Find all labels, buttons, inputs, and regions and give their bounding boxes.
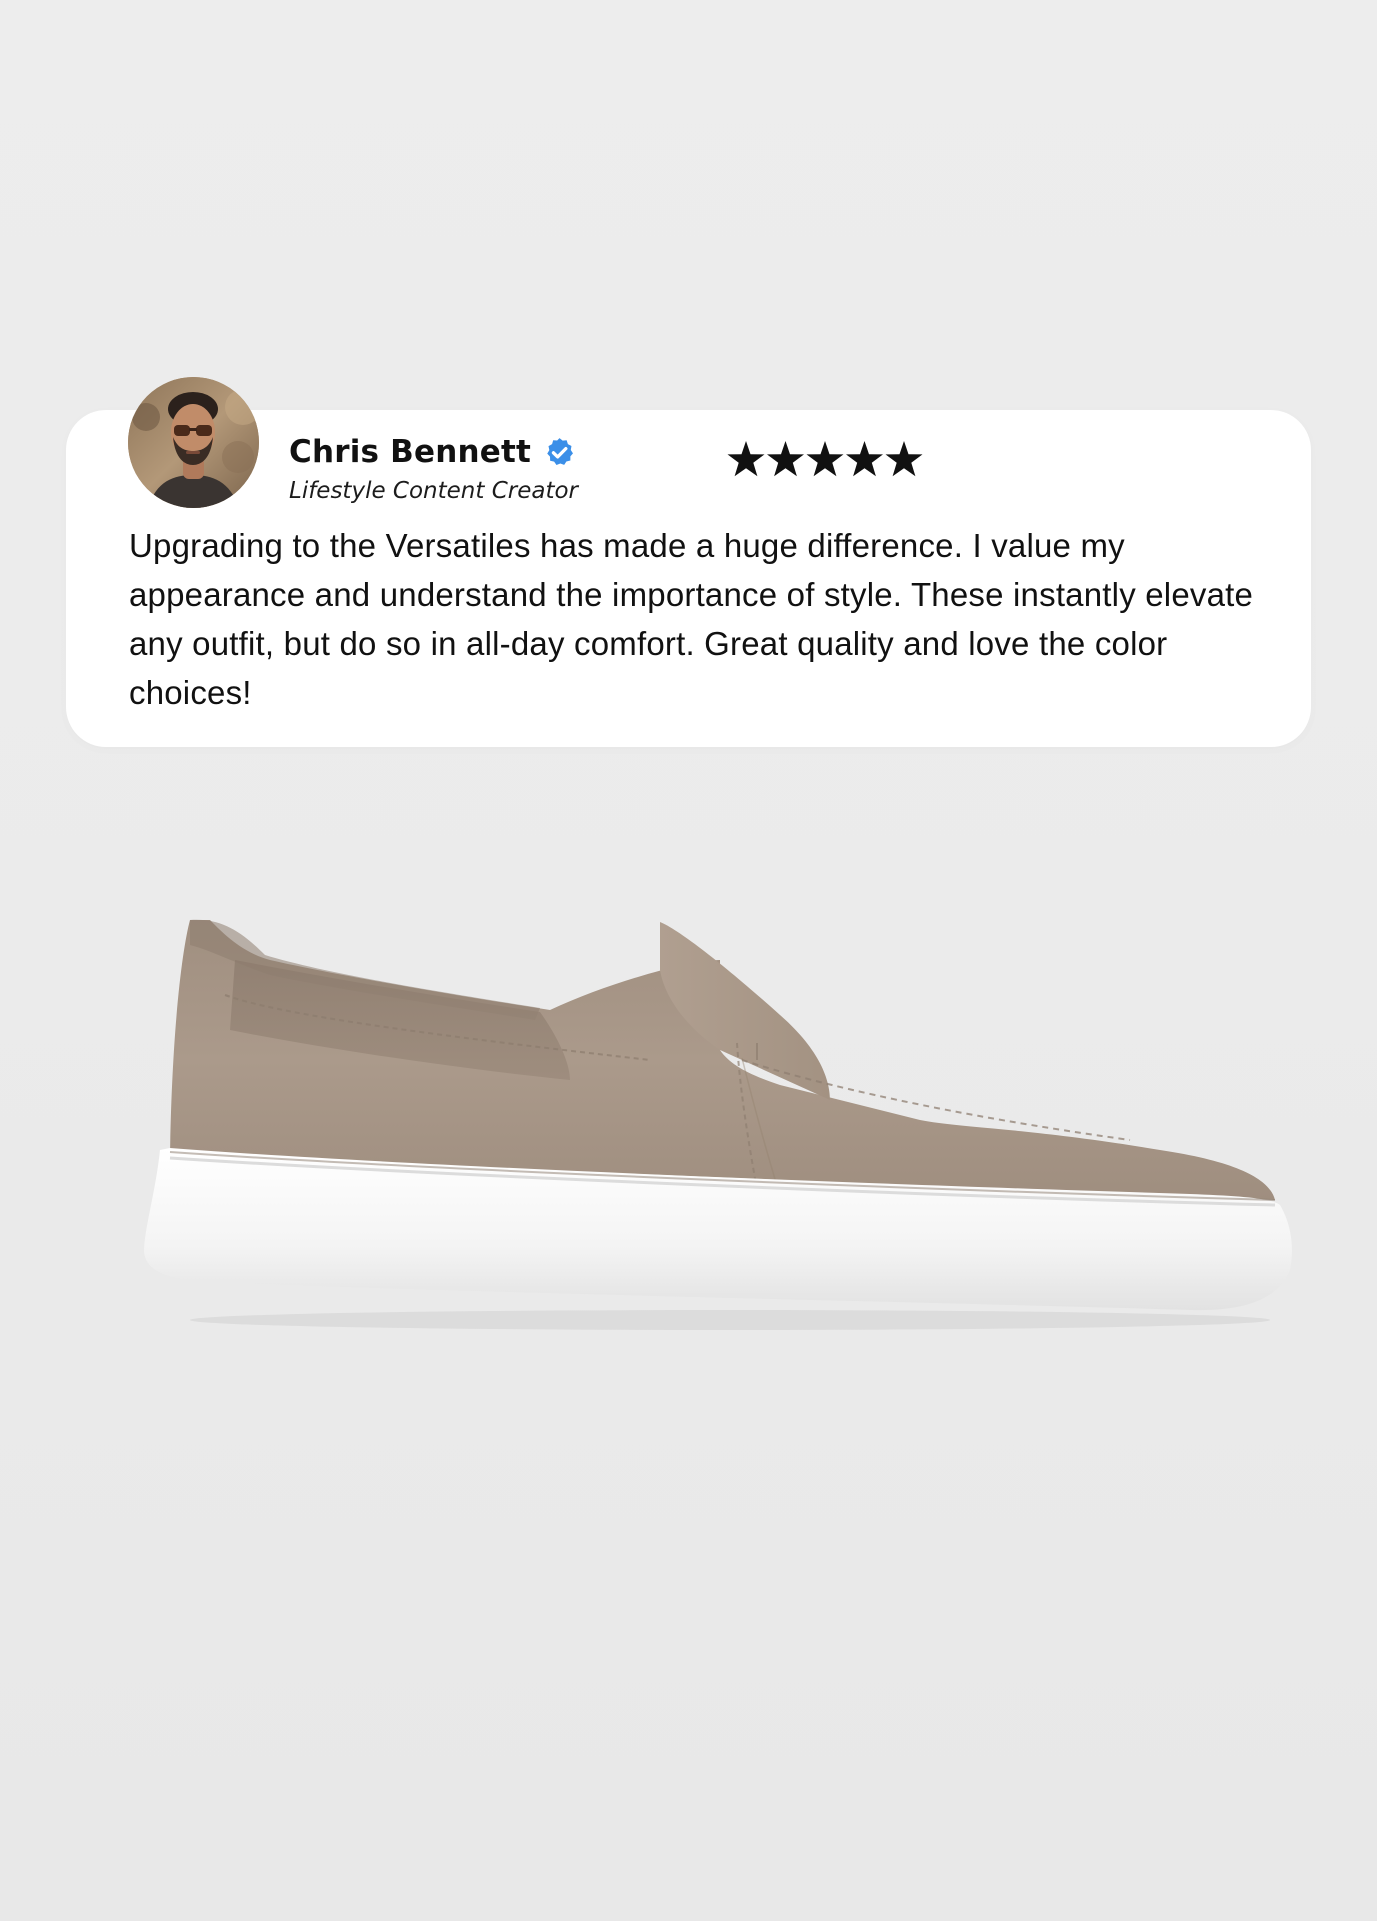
review-text: Upgrading to the Versatiles has made a h… [129,527,1254,711]
reviewer-name-row: Chris Bennett [289,434,576,470]
star-icon [767,441,804,477]
star-icon [727,441,765,477]
reviewer-name: Chris Bennett [289,434,532,470]
star-icon [806,441,844,477]
star-icon [885,441,923,477]
star-icon [846,441,883,477]
reviewer-photo [128,377,259,508]
reviewer-title: Lifestyle Content Creator [289,478,579,504]
avatar [128,377,259,508]
verified-badge-icon [543,436,576,469]
product-image-shoe [130,900,1300,1340]
rating-stars [727,440,923,480]
